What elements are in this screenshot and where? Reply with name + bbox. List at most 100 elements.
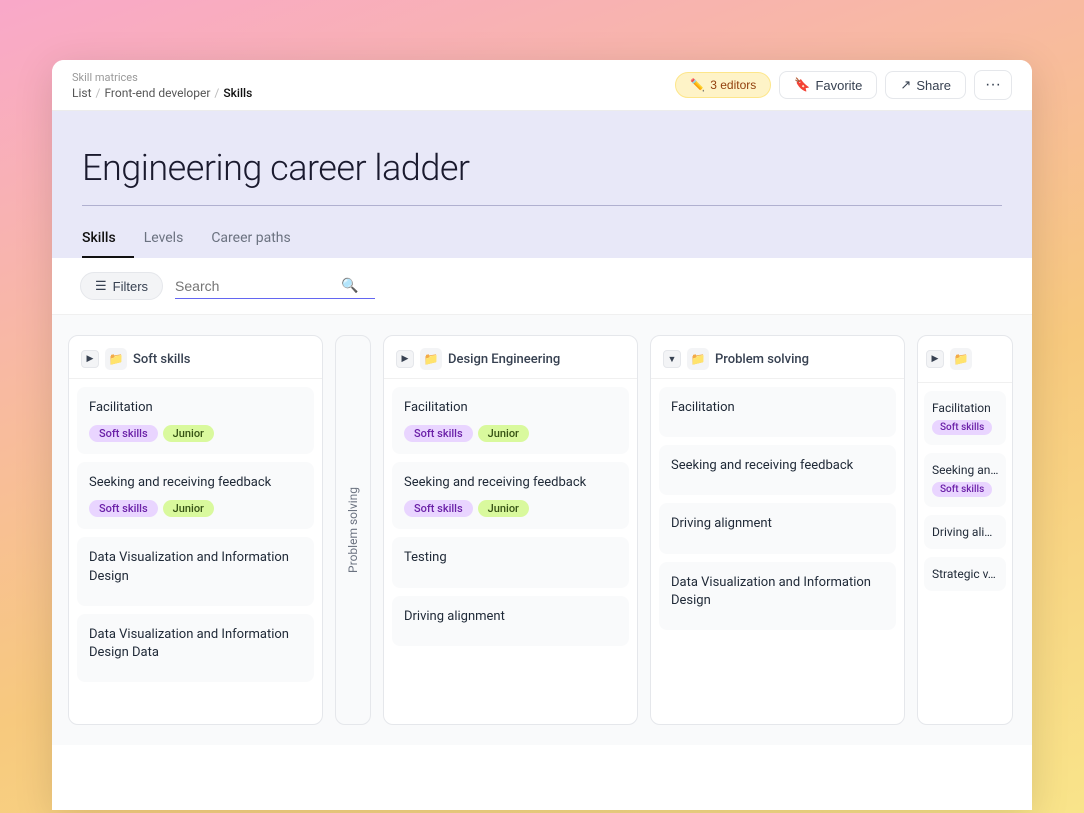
search-bar: 🔍	[175, 274, 375, 299]
rotated-label: Problem solving	[346, 471, 360, 589]
column-design-engineering: ▶ 📁 Design Engineering Facilitation Soft…	[383, 335, 638, 725]
card-title: Strategic v…	[932, 567, 998, 581]
breadcrumb: Skill matrices List / Front-end develope…	[72, 71, 252, 100]
favorite-label: Favorite	[815, 78, 862, 93]
card-title: Seeking and receiving feedback	[89, 474, 302, 492]
search-input[interactable]	[175, 278, 335, 294]
card-tags: Soft skills Junior	[404, 500, 617, 517]
card-title: Driving alignment	[404, 608, 617, 626]
card-title: Facilitation	[89, 399, 302, 417]
page-title: Engineering career ladder	[82, 147, 1002, 189]
card-seeking-soft[interactable]: Seeking and receiving feedback Soft skil…	[77, 462, 314, 529]
card-driving-ps[interactable]: Driving alignment	[659, 503, 896, 553]
column-header-design-engineering: ▶ 📁 Design Engineering	[384, 336, 637, 379]
col-toggle-soft-skills[interactable]: ▶	[81, 350, 99, 368]
tab-skills[interactable]: Skills	[82, 222, 134, 258]
card-facilitation-ps[interactable]: Facilitation	[659, 387, 896, 437]
filters-button[interactable]: ☰ Filters	[80, 272, 163, 300]
card-facilitation-soft[interactable]: Facilitation Soft skills Junior	[77, 387, 314, 454]
breadcrumb-skills[interactable]: Skills	[223, 86, 252, 100]
tag-soft-skills: Soft skills	[89, 500, 158, 517]
card-title: Data Visualization and Information Desig…	[89, 626, 302, 662]
column-header-soft-skills: ▶ 📁 Soft skills	[69, 336, 322, 379]
toolbar: ☰ Filters 🔍	[52, 258, 1032, 315]
tag-junior: Junior	[163, 500, 214, 517]
tag-soft: Soft skills	[932, 482, 992, 497]
card-title: Driving alignment	[671, 515, 884, 533]
share-button[interactable]: ↗ Share	[885, 71, 966, 99]
breadcrumb-list[interactable]: List	[72, 86, 92, 100]
card-seeking-de[interactable]: Seeking and receiving feedback Soft skil…	[392, 462, 629, 529]
card-testing-de[interactable]: Testing	[392, 537, 629, 587]
search-icon: 🔍	[341, 278, 358, 294]
column-problem-solving: ▼ 📁 Problem solving Facilitation Seeking…	[650, 335, 905, 725]
breadcrumb-path: List / Front-end developer / Skills	[72, 86, 252, 100]
card-tags: Soft skills Junior	[404, 425, 617, 442]
share-label: Share	[916, 78, 951, 93]
breadcrumb-sep2: /	[214, 86, 219, 100]
card-driving-de[interactable]: Driving alignment	[392, 596, 629, 646]
share-icon: ↗	[900, 77, 911, 93]
col-title-design-engineering: Design Engineering	[448, 352, 560, 367]
card-dataviz-ps[interactable]: Data Visualization and Information Desig…	[659, 562, 896, 630]
breadcrumb-sep1: /	[96, 86, 101, 100]
breadcrumb-frontend[interactable]: Front-end developer	[104, 86, 210, 100]
tag-junior: Junior	[478, 425, 529, 442]
card-driving-partial[interactable]: Driving ali…	[924, 515, 1006, 549]
header-section: Engineering career ladder Skills Levels …	[52, 111, 1032, 258]
col-icon-problem-solving: 📁	[687, 348, 709, 370]
app-window: Skill matrices List / Front-end develope…	[52, 60, 1032, 810]
card-title: Seeking an…	[932, 463, 998, 477]
card-title: Testing	[404, 549, 617, 567]
card-title: Data Visualization and Information Desig…	[89, 549, 302, 585]
col-icon-partial: 📁	[950, 348, 972, 370]
col-toggle-partial[interactable]: ▶	[926, 350, 944, 368]
card-title: Seeking and receiving feedback	[671, 457, 884, 475]
pencil-icon: ✏️	[690, 78, 705, 92]
filters-label: Filters	[113, 279, 148, 294]
card-facilitation-partial[interactable]: Facilitation Soft skills	[924, 391, 1006, 445]
tab-levels[interactable]: Levels	[144, 222, 202, 258]
card-strategic-partial[interactable]: Strategic v…	[924, 557, 1006, 591]
col-icon-design-engineering: 📁	[420, 348, 442, 370]
more-icon: ···	[985, 76, 1001, 93]
more-button[interactable]: ···	[974, 70, 1012, 100]
tab-career-paths[interactable]: Career paths	[211, 222, 308, 258]
col-icon-soft-skills: 📁	[105, 348, 127, 370]
column-soft-skills: ▶ 📁 Soft skills Facilitation Soft skills…	[68, 335, 323, 725]
card-title: Facilitation	[671, 399, 884, 417]
tag-soft-skills: Soft skills	[89, 425, 158, 442]
card-title: Facilitation	[932, 401, 998, 415]
tag-soft-skills: Soft skills	[404, 500, 473, 517]
filter-icon: ☰	[95, 278, 107, 294]
bookmark-icon: 🔖	[794, 77, 810, 93]
card-seeking-partial[interactable]: Seeking an… Soft skills	[924, 453, 1006, 507]
col-title-soft-skills: Soft skills	[133, 352, 191, 367]
col-toggle-design-engineering[interactable]: ▶	[396, 350, 414, 368]
card-title: Seeking and receiving feedback	[404, 474, 617, 492]
card-title: Data Visualization and Information Desig…	[671, 574, 884, 610]
tag-soft: Soft skills	[932, 420, 992, 435]
card-seeking-ps[interactable]: Seeking and receiving feedback	[659, 445, 896, 495]
tabs: Skills Levels Career paths	[82, 222, 1002, 258]
tag-soft-skills: Soft skills	[404, 425, 473, 442]
rotated-problem-solving: Problem solving	[335, 335, 371, 725]
card-dataviz-soft[interactable]: Data Visualization and Information Desig…	[77, 537, 314, 605]
card-dataviz-data-soft[interactable]: Data Visualization and Information Desig…	[77, 614, 314, 682]
top-actions: ✏️ 3 editors 🔖 Favorite ↗ Share ···	[675, 70, 1012, 100]
card-title: Driving ali…	[932, 525, 998, 539]
editors-label: 3 editors	[710, 78, 756, 92]
columns-area: ▶ 📁 Soft skills Facilitation Soft skills…	[52, 315, 1032, 745]
card-tags: Soft skills Junior	[89, 500, 302, 517]
card-title: Facilitation	[404, 399, 617, 417]
favorite-button[interactable]: 🔖 Favorite	[779, 71, 877, 99]
column-partial: ▶ 📁 Facilitation Soft skills Seeking an……	[917, 335, 1013, 725]
skill-matrices-title: Skill matrices	[72, 71, 252, 84]
title-underline	[82, 205, 1002, 206]
column-header-problem-solving: ▼ 📁 Problem solving	[651, 336, 904, 379]
col-toggle-problem-solving[interactable]: ▼	[663, 350, 681, 368]
editors-button[interactable]: ✏️ 3 editors	[675, 72, 771, 98]
top-bar: Skill matrices List / Front-end develope…	[52, 60, 1032, 111]
tag-junior: Junior	[478, 500, 529, 517]
card-facilitation-de[interactable]: Facilitation Soft skills Junior	[392, 387, 629, 454]
